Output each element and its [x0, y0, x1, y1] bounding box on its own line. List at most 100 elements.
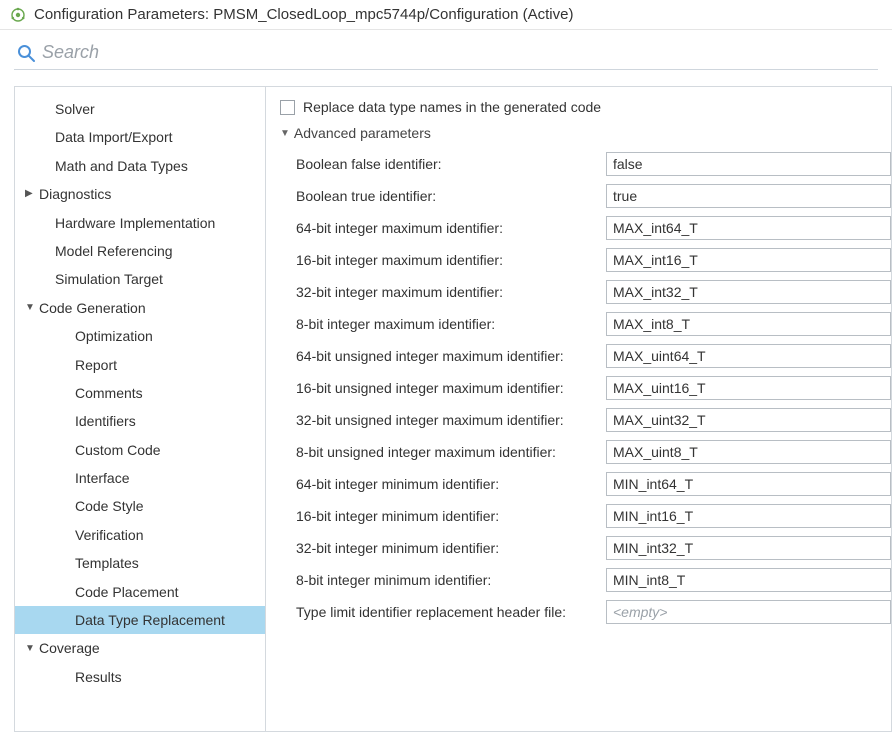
param-label: 16-bit integer minimum identifier: [296, 508, 606, 524]
search-wrap[interactable] [14, 38, 878, 70]
param-row: 16-bit unsigned integer maximum identifi… [280, 373, 891, 402]
sidebar-item-label: Solver [55, 98, 95, 120]
param-row: 32-bit integer minimum identifier: [280, 533, 891, 562]
replace-checkbox-label: Replace data type names in the generated… [303, 99, 601, 115]
param-input[interactable] [606, 376, 891, 400]
sidebar-item-label: Report [75, 354, 117, 376]
advanced-section-header[interactable]: ▼ Advanced parameters [280, 125, 891, 141]
param-row: 8-bit unsigned integer maximum identifie… [280, 437, 891, 466]
search-input[interactable] [42, 42, 876, 63]
chevron-down-icon[interactable]: ▼ [25, 300, 37, 316]
param-label: Boolean true identifier: [296, 188, 606, 204]
param-row: Boolean false identifier: [280, 149, 891, 178]
param-input[interactable] [606, 312, 891, 336]
param-row: Boolean true identifier: [280, 181, 891, 210]
content-pane: Replace data type names in the generated… [266, 86, 892, 732]
sidebar-item-templates[interactable]: Templates [15, 549, 265, 577]
replace-checkbox-row[interactable]: Replace data type names in the generated… [280, 99, 891, 115]
sidebar-item-label: Custom Code [75, 439, 161, 461]
sidebar-item-verification[interactable]: Verification [15, 521, 265, 549]
sidebar-item-optimization[interactable]: Optimization [15, 322, 265, 350]
param-input[interactable] [606, 440, 891, 464]
sidebar-item-label: Verification [75, 524, 143, 546]
param-label: 32-bit integer minimum identifier: [296, 540, 606, 556]
sidebar-item-custom-code[interactable]: Custom Code [15, 436, 265, 464]
param-row: 64-bit integer minimum identifier: [280, 469, 891, 498]
param-row: 16-bit integer minimum identifier: [280, 501, 891, 530]
sidebar-item-data-import-export[interactable]: Data Import/Export [15, 123, 265, 151]
sidebar-item-label: Data Type Replacement [75, 609, 225, 631]
param-row: 16-bit integer maximum identifier: [280, 245, 891, 274]
sidebar-item-solver[interactable]: Solver [15, 95, 265, 123]
sidebar-item-label: Code Placement [75, 581, 179, 603]
sidebar-item-label: Identifiers [75, 410, 136, 432]
param-label: 32-bit unsigned integer maximum identifi… [296, 412, 606, 428]
chevron-right-icon[interactable]: ▶ [25, 186, 37, 202]
param-input[interactable] [606, 536, 891, 560]
sidebar-item-label: Simulation Target [55, 268, 163, 290]
sidebar-item-math-and-data-types[interactable]: Math and Data Types [15, 152, 265, 180]
sidebar-item-label: Results [75, 666, 122, 688]
checkbox-icon[interactable] [280, 100, 295, 115]
sidebar-item-label: Optimization [75, 325, 153, 347]
param-label: 64-bit integer maximum identifier: [296, 220, 606, 236]
sidebar-item-data-type-replacement[interactable]: Data Type Replacement [15, 606, 265, 634]
sidebar-item-hardware-implementation[interactable]: Hardware Implementation [15, 209, 265, 237]
param-label: 64-bit unsigned integer maximum identifi… [296, 348, 606, 364]
param-label: 16-bit integer maximum identifier: [296, 252, 606, 268]
sidebar-item-report[interactable]: Report [15, 351, 265, 379]
param-row: Type limit identifier replacement header… [280, 597, 891, 626]
param-label: 8-bit integer minimum identifier: [296, 572, 606, 588]
advanced-header-label: Advanced parameters [294, 125, 431, 141]
param-row: 64-bit integer maximum identifier: [280, 213, 891, 242]
param-label: 64-bit integer minimum identifier: [296, 476, 606, 492]
chevron-down-icon: ▼ [280, 128, 290, 139]
param-row: 8-bit integer maximum identifier: [280, 309, 891, 338]
search-icon [16, 43, 36, 63]
param-label: 16-bit unsigned integer maximum identifi… [296, 380, 606, 396]
sidebar-item-label: Hardware Implementation [55, 212, 215, 234]
sidebar-item-code-style[interactable]: Code Style [15, 492, 265, 520]
sidebar: Solver Data Import/Export Math and Data Ty… [14, 86, 266, 732]
sidebar-item-results[interactable]: Results [15, 663, 265, 691]
sidebar-item-label: Code Style [75, 495, 143, 517]
window-title: Configuration Parameters: PMSM_ClosedLoo… [34, 6, 573, 23]
param-label: 32-bit integer maximum identifier: [296, 284, 606, 300]
sidebar-item-code-generation[interactable]: ▼Code Generation [15, 294, 265, 322]
param-input[interactable] [606, 216, 891, 240]
sidebar-item-code-placement[interactable]: Code Placement [15, 578, 265, 606]
param-input[interactable] [606, 600, 891, 624]
sidebar-item-coverage[interactable]: ▼Coverage [15, 634, 265, 662]
sidebar-item-label: Code Generation [39, 297, 146, 319]
sidebar-item-label: Templates [75, 552, 139, 574]
sidebar-item-diagnostics[interactable]: ▶Diagnostics [15, 180, 265, 208]
param-input[interactable] [606, 504, 891, 528]
sidebar-item-simulation-target[interactable]: Simulation Target [15, 265, 265, 293]
sidebar-item-comments[interactable]: Comments [15, 379, 265, 407]
param-row: 32-bit unsigned integer maximum identifi… [280, 405, 891, 434]
param-input[interactable] [606, 184, 891, 208]
sidebar-item-label: Interface [75, 467, 129, 489]
searchbar [0, 30, 892, 80]
param-input[interactable] [606, 152, 891, 176]
param-input[interactable] [606, 408, 891, 432]
param-label: Boolean false identifier: [296, 156, 606, 172]
param-input[interactable] [606, 280, 891, 304]
param-row: 32-bit integer maximum identifier: [280, 277, 891, 306]
sidebar-item-model-referencing[interactable]: Model Referencing [15, 237, 265, 265]
titlebar: Configuration Parameters: PMSM_ClosedLoo… [0, 0, 892, 30]
chevron-down-icon[interactable]: ▼ [25, 641, 37, 657]
param-label: 8-bit unsigned integer maximum identifie… [296, 444, 606, 460]
param-label: Type limit identifier replacement header… [296, 604, 606, 620]
sidebar-item-identifiers[interactable]: Identifiers [15, 407, 265, 435]
param-input[interactable] [606, 344, 891, 368]
sidebar-item-label: Model Referencing [55, 240, 173, 262]
sidebar-item-interface[interactable]: Interface [15, 464, 265, 492]
sidebar-item-label: Coverage [39, 637, 100, 659]
param-row: 8-bit integer minimum identifier: [280, 565, 891, 594]
param-input[interactable] [606, 248, 891, 272]
sidebar-item-label: Data Import/Export [55, 126, 173, 148]
param-input[interactable] [606, 568, 891, 592]
sidebar-item-label: Diagnostics [39, 183, 111, 205]
param-input[interactable] [606, 472, 891, 496]
